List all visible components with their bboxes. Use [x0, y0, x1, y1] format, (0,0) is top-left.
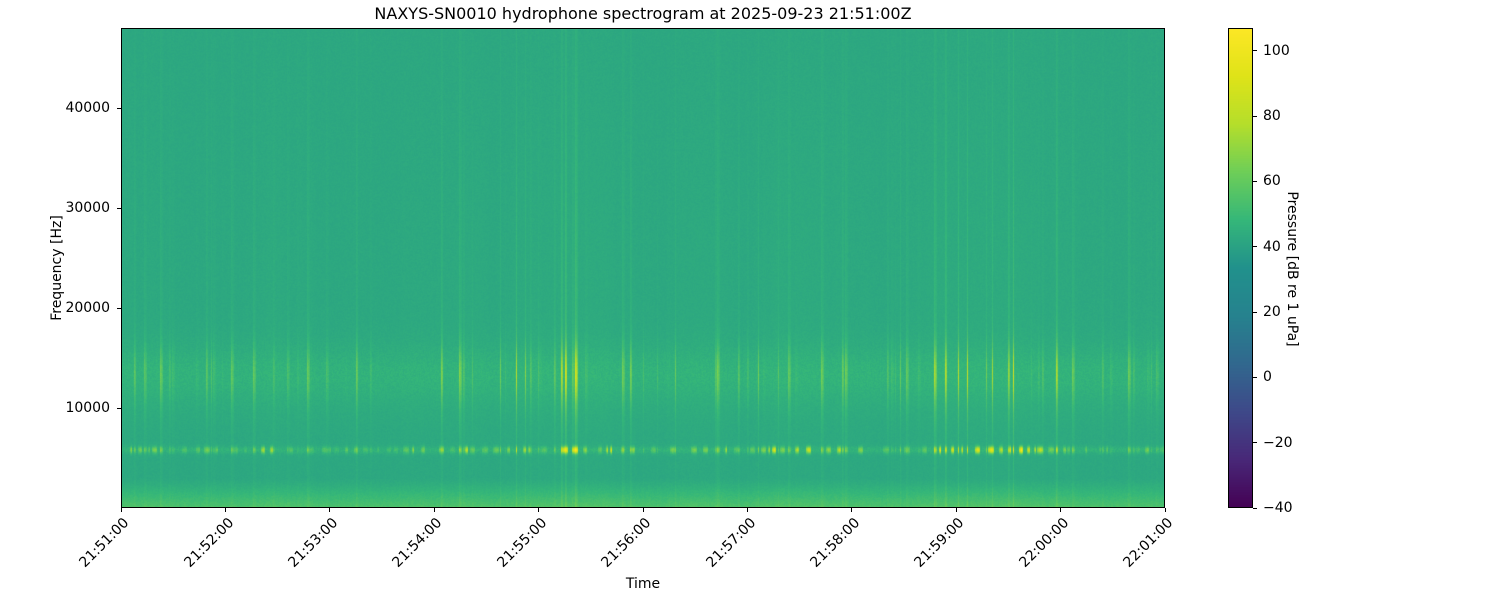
colorbar-tick-label: 80 — [1263, 108, 1281, 125]
x-tick-label: 21:54:00 — [389, 515, 446, 571]
x-tick-mark — [433, 508, 435, 512]
colorbar-tick-label: 0 — [1263, 369, 1272, 386]
y-tick-mark — [117, 207, 121, 209]
colorbar-tick-label: 60 — [1263, 173, 1281, 190]
x-tick-label: 21:58:00 — [807, 515, 864, 571]
y-axis-label: Frequency [Hz] — [49, 215, 65, 321]
x-tick-label: 22:01:00 — [1120, 515, 1177, 571]
x-tick-mark — [1060, 508, 1062, 512]
x-tick-label: 22:00:00 — [1016, 515, 1072, 571]
x-tick-label: 21:53:00 — [285, 515, 342, 571]
colorbar-tick-label: 40 — [1263, 238, 1281, 255]
plot-area — [121, 28, 1165, 508]
x-tick-mark — [1164, 508, 1166, 512]
colorbar-tick-mark — [1253, 246, 1257, 248]
x-tick-mark — [224, 508, 226, 512]
x-tick-label: 21:55:00 — [494, 515, 550, 571]
x-tick-label: 21:57:00 — [702, 515, 759, 571]
x-tick-mark — [329, 508, 331, 512]
colorbar-tick-mark — [1253, 180, 1257, 182]
spectrogram-figure: NAXYS-SN0010 hydrophone spectrogram at 2… — [0, 0, 1500, 600]
x-tick-label: 21:59:00 — [911, 515, 968, 571]
y-tick-mark — [117, 107, 121, 109]
colorbar-label: Pressure [dB re 1 uPa] — [1284, 191, 1300, 347]
y-tick-label: 30000 — [65, 200, 110, 216]
x-tick-label: 21:51:00 — [76, 515, 133, 571]
x-axis-label: Time — [625, 576, 661, 592]
colorbar-tick-mark — [1253, 115, 1257, 117]
colorbar-tick-mark — [1253, 376, 1257, 378]
colorbar-tick-label: −40 — [1263, 500, 1293, 516]
x-tick-mark — [538, 508, 540, 512]
x-tick-label: 21:56:00 — [598, 515, 655, 571]
colorbar-tick-mark — [1253, 311, 1257, 313]
colorbar-tick-mark — [1253, 442, 1257, 444]
plot-title: NAXYS-SN0010 hydrophone spectrogram at 2… — [374, 4, 912, 23]
colorbar-gradient — [1228, 28, 1253, 508]
x-tick-mark — [955, 508, 957, 512]
x-tick-label: 21:52:00 — [180, 515, 237, 571]
y-tick-label: 10000 — [65, 400, 110, 416]
colorbar-tick-mark — [1253, 50, 1257, 52]
colorbar-tick-mark — [1253, 507, 1257, 509]
x-tick-mark — [120, 508, 122, 512]
y-tick-label: 20000 — [65, 300, 110, 316]
y-tick-label: 40000 — [65, 100, 110, 116]
x-tick-mark — [851, 508, 853, 512]
colorbar-tick-label: 100 — [1263, 42, 1290, 59]
y-tick-mark — [117, 407, 121, 409]
colorbar — [1228, 28, 1253, 508]
x-tick-mark — [642, 508, 644, 512]
spectrogram-image — [121, 28, 1165, 508]
x-tick-mark — [746, 508, 748, 512]
y-tick-mark — [117, 307, 121, 309]
colorbar-tick-label: −20 — [1263, 434, 1293, 451]
colorbar-tick-label: 20 — [1263, 304, 1281, 321]
